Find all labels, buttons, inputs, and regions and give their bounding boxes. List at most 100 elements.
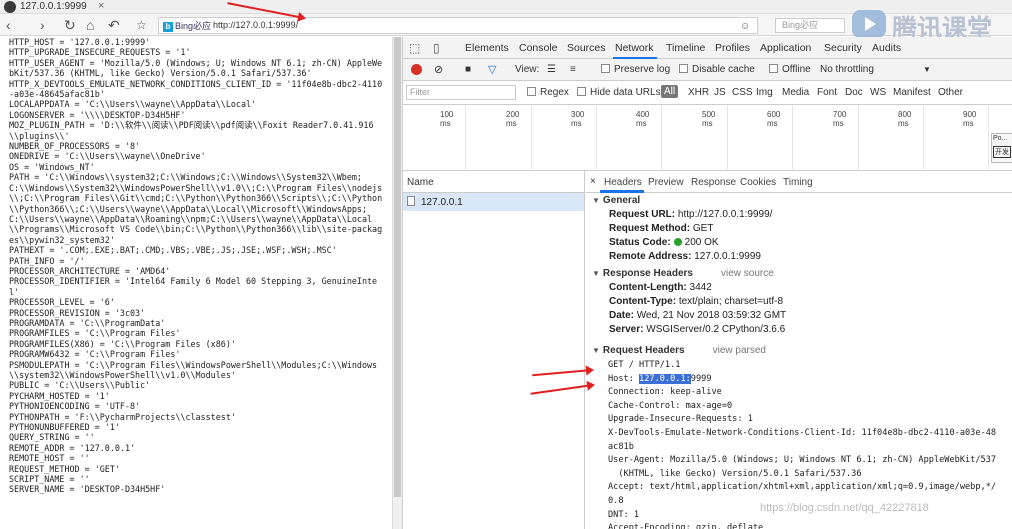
request-header-line: Accept-Encoding: gzip, deflate: [608, 523, 764, 529]
general-header[interactable]: ▼ General: [586, 195, 1012, 209]
header-row: Content-Length: 3442: [609, 282, 712, 293]
browser-window: 127.0.0.1:9999 × ‹ › ↻ ⌂ ↶ ☆ b Bing必应 htt…: [0, 0, 1012, 529]
tab-title[interactable]: 127.0.0.1:9999: [20, 1, 87, 12]
filter-ws[interactable]: WS: [870, 87, 886, 98]
env-line: REMOTE_ADDR = '127.0.0.1': [9, 442, 136, 453]
env-line: PROCESSOR_REVISION = '3c03': [9, 307, 146, 318]
view-label: View:: [515, 64, 540, 75]
filter-css[interactable]: CSS: [732, 87, 753, 98]
tab-headers[interactable]: Headers: [604, 177, 642, 188]
filter-media[interactable]: Media: [782, 87, 809, 98]
filter-xhr[interactable]: XHR: [688, 87, 709, 98]
request-header-line: Cache-Control: max-age=0: [608, 400, 733, 411]
tab-audits[interactable]: Audits: [872, 42, 901, 54]
request-row[interactable]: 127.0.0.1: [403, 193, 584, 211]
env-line: PROCESSOR_IDENTIFIER = 'Intel64 Family 6…: [9, 276, 378, 297]
filter-doc[interactable]: Doc: [845, 87, 863, 98]
header-row: Remote Address: 127.0.0.1:9999: [609, 251, 761, 262]
filter-img[interactable]: Img: [756, 87, 773, 98]
preserve-log-checkbox[interactable]: Preserve log: [601, 64, 670, 75]
extension-icon[interactable]: ☺: [740, 18, 750, 36]
tab-application[interactable]: Application: [760, 42, 811, 54]
page-content: HTTP_HOST = '127.0.0.1:9999' HTTP_UPGRADE…: [0, 37, 392, 529]
throttling-select[interactable]: No throttling: [820, 64, 874, 75]
forward-icon[interactable]: ›: [40, 16, 45, 34]
tab-network[interactable]: Network: [615, 42, 654, 54]
tab-console[interactable]: Console: [519, 42, 558, 54]
tab-profiles[interactable]: Profiles: [715, 42, 750, 54]
reload-icon[interactable]: ↻: [64, 16, 76, 34]
device-icon[interactable]: ▯: [433, 41, 440, 55]
env-line: REMOTE_HOST = '': [9, 453, 90, 464]
tab-elements[interactable]: Elements: [465, 42, 509, 54]
env-line: PATH_INFO = '/': [9, 255, 85, 266]
tab-cookies[interactable]: Cookies: [740, 177, 776, 188]
close-icon[interactable]: ×: [590, 176, 596, 187]
network-toolbar: ⊘ ■ ▽ View: ☰ ≡ Preserve log Disable cac…: [403, 59, 1012, 81]
tab-security[interactable]: Security: [824, 42, 862, 54]
url-text[interactable]: http://127.0.0.1:9999/: [213, 20, 298, 30]
filter-all-button[interactable]: All: [661, 85, 679, 98]
star-icon[interactable]: ☆: [136, 16, 147, 34]
filter-other[interactable]: Other: [938, 87, 963, 98]
view-source-link[interactable]: view source: [721, 268, 774, 279]
request-headers-header[interactable]: ▼ Request Headers view parsed: [586, 345, 1012, 359]
env-line: MOZ_PLUGIN_PATH = 'D:\\软件\\阅读\\PDF阅读\\pd…: [9, 120, 374, 141]
view-parsed-link[interactable]: view parsed: [713, 345, 766, 356]
tab-timing[interactable]: Timing: [783, 177, 813, 188]
env-line: REQUEST_METHOD = 'GET': [9, 463, 120, 474]
tick-line: 800 ms: [898, 105, 924, 171]
header-row: Request Method: GET: [609, 223, 714, 234]
undo-icon[interactable]: ↶: [108, 16, 120, 34]
tab-timeline[interactable]: Timeline: [666, 42, 705, 54]
page-scrollbar[interactable]: [392, 37, 402, 529]
filter-manifest[interactable]: Manifest: [893, 87, 931, 98]
tick-line: 600 ms: [767, 105, 793, 171]
address-bar[interactable]: b Bing必应 http://127.0.0.1:9999/: [158, 17, 758, 34]
request-header-line: ac81b: [608, 441, 634, 452]
popup-button[interactable]: 开发: [993, 146, 1011, 158]
hide-data-urls-checkbox[interactable]: Hide data URLs: [577, 87, 661, 98]
tab-close-icon[interactable]: ×: [98, 0, 104, 12]
back-icon[interactable]: ‹: [6, 16, 11, 34]
header-row: Date: Wed, 21 Nov 2018 03:59:32 GMT: [609, 310, 787, 321]
header-row: Request URL: http://127.0.0.1:9999/: [609, 209, 773, 220]
search-engine-badge[interactable]: b Bing必应: [163, 19, 211, 32]
name-column-header[interactable]: Name: [403, 171, 584, 193]
offline-checkbox[interactable]: Offline: [769, 64, 811, 75]
scrollbar-thumb[interactable]: [394, 37, 401, 497]
regex-checkbox[interactable]: Regex: [527, 87, 569, 98]
tab-response[interactable]: Response: [691, 177, 736, 188]
home-icon[interactable]: ⌂: [86, 16, 94, 34]
env-line: QUERY_STRING = '': [9, 432, 95, 443]
disable-cache-checkbox[interactable]: Disable cache: [679, 64, 755, 75]
general-section: ▼ General Request URL: http://127.0.0.1:9…: [586, 195, 1012, 265]
inspect-icon[interactable]: ⬚: [409, 41, 420, 55]
response-headers-section: ▼ Response Headers view source Content-Len…: [586, 268, 1012, 338]
overview-icon[interactable]: ≡: [570, 64, 576, 75]
env-line: PROGRAMW6432 = 'C:\\Program Files': [9, 349, 181, 360]
request-list: Name 127.0.0.1: [403, 171, 585, 529]
network-overview[interactable]: 100 ms 200 ms 300 ms 400 ms 500 ms 600 m…: [403, 105, 1012, 171]
filter-font[interactable]: Font: [817, 87, 837, 98]
response-headers-header[interactable]: ▼ Response Headers view source: [586, 268, 1012, 282]
clear-icon[interactable]: ⊘: [434, 63, 443, 76]
bing-icon: b: [163, 22, 173, 32]
filter-input[interactable]: Filter: [406, 85, 516, 100]
favicon-icon: [4, 1, 16, 13]
request-header-line: Accept: text/html,application/xhtml+xml,…: [608, 482, 997, 493]
env-line: OS = 'Windows_NT': [9, 161, 95, 172]
record-icon[interactable]: [411, 64, 422, 75]
env-line: HTTP_HOST = '127.0.0.1:9999': [9, 37, 151, 47]
tick-line: 300 ms: [571, 105, 597, 171]
search-input[interactable]: Bing必应: [775, 18, 845, 33]
chevron-down-icon[interactable]: ▼: [923, 65, 931, 74]
tab-preview[interactable]: Preview: [648, 177, 684, 188]
filter-js[interactable]: JS: [714, 87, 726, 98]
tab-sources[interactable]: Sources: [567, 42, 606, 54]
tick-line: 200 ms: [506, 105, 532, 171]
large-rows-icon[interactable]: ☰: [547, 64, 556, 75]
env-line: SCRIPT_NAME = '': [9, 474, 90, 485]
filter-icon[interactable]: ▽: [488, 63, 496, 76]
camera-icon[interactable]: ■: [465, 64, 471, 75]
